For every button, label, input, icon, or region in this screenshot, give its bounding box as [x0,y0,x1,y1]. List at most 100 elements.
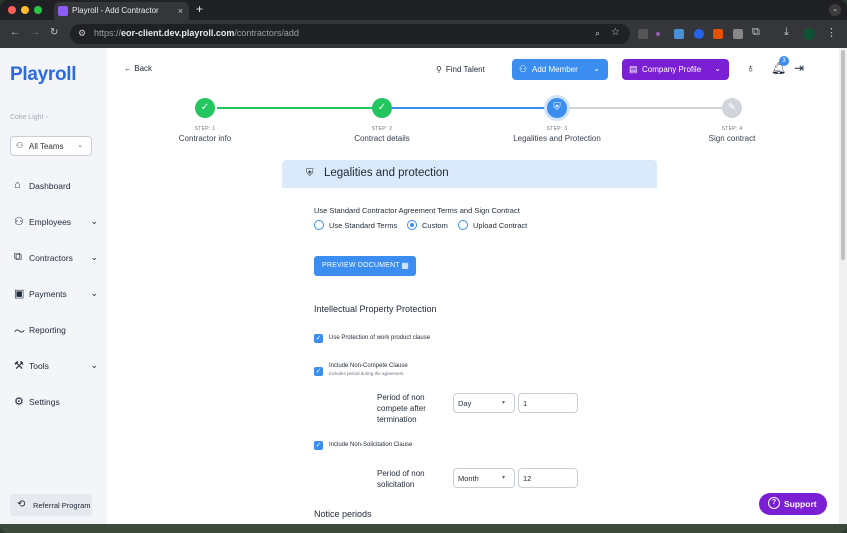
back-link[interactable]: ← Back [124,64,152,73]
sidebar-item-employees[interactable]: ⚇ Employees ⌄ [14,215,98,231]
close-window-button[interactable] [8,6,16,14]
extensions-puzzle-icon[interactable]: ⧉ [752,26,760,39]
sidebar-item-label: Payments [29,289,67,299]
step-connector [217,107,372,109]
app-page: Playroll Coke Light ◦ ⚇ All Teams ⌄ ⌂ Da… [0,48,847,524]
step-connector [567,107,722,109]
sidebar-item-reporting[interactable]: 〜 Reporting [14,323,98,339]
step-name: Legalities and Protection [513,134,601,143]
sidebar-item-contractors[interactable]: ⧉ Contractors ⌄ [14,251,98,267]
sidebar-item-label: Contractors [29,253,73,263]
sidebar-item-settings[interactable]: ⚙ Settings [14,395,98,411]
reload-icon[interactable]: ↻ [50,27,58,38]
back-arrow-icon[interactable]: ← [10,27,20,38]
legalities-card: ⛨ Legalities and protection Use Standard… [282,160,657,524]
notice-section-title: Notice periods [314,509,372,519]
maximize-window-button[interactable] [34,6,42,14]
non-solicitation-value-input[interactable]: 12 [518,468,578,488]
preview-document-label: PREVIEW DOCUMENT [322,262,400,269]
add-member-label: Add Member [532,65,578,74]
url-text: https://eor-client.dev.playroll.com/cont… [94,28,299,38]
site-settings-icon[interactable]: ⚙ [78,28,86,39]
extension-icon[interactable] [713,29,723,39]
chevron-down-icon: ⌄ [90,216,98,226]
ip-section-title: Intellectual Property Protection [314,304,437,314]
payments-icon: ▣ [14,288,25,300]
tab-search-icon[interactable]: ⌄ [829,4,841,16]
non-compete-label: Include Non-Compete Clause [329,363,408,369]
page-scrollbar[interactable] [839,48,847,524]
non-solicitation-checkbox[interactable]: ✓ [314,441,323,450]
logo[interactable]: Playroll [10,64,77,86]
radio-upload-contract[interactable] [458,220,468,230]
scrollbar-thumb[interactable] [841,50,845,260]
org-name: Coke Light ◦ [10,114,48,121]
support-button[interactable]: ? Support [759,493,827,515]
extension-icon[interactable] [674,29,684,39]
referral-icon: ⟲ [17,499,26,510]
lightbulb-icon[interactable]: ♁ [746,61,755,75]
minimize-window-button[interactable] [21,6,29,14]
sidebar-item-tools[interactable]: ⚒ Tools ⌄ [14,359,98,375]
non-solicitation-unit-select[interactable]: Month ▾ [453,468,515,488]
company-profile-label: Company Profile [642,65,702,74]
select-value: Day [458,399,472,408]
address-bar[interactable]: ⚙ https://eor-client.dev.playroll.com/co… [70,24,630,44]
chevron-down-icon: ⌄ [90,360,98,370]
work-product-label: Use Protection of work product clause [329,335,431,341]
agreement-question: Use Standard Contractor Agreement Terms … [314,206,520,215]
extension-icon[interactable] [733,29,743,39]
radio-label: Custom [422,221,448,230]
zoom-icon[interactable]: ⌕ [595,28,600,39]
tools-icon: ⚒ [14,360,24,372]
preview-document-button[interactable]: PREVIEW DOCUMENT ▦ [314,256,416,276]
work-product-checkbox[interactable]: ✓ [314,334,323,343]
step-connector [392,107,547,109]
sidebar-item-dashboard[interactable]: ⌂ Dashboard [14,179,98,195]
chevron-down-icon: ⌄ [77,142,83,149]
find-talent-link[interactable]: ⚲ Find Talent [436,65,485,74]
profile-avatar[interactable] [803,28,815,40]
tab-title: Playroll - Add Contractor [72,6,159,15]
team-select-value: All Teams [29,142,64,151]
non-compete-value-input[interactable]: 1 [518,393,578,413]
non-solicitation-period-label: Period of non solicitation [377,469,425,489]
bookmark-star-icon[interactable]: ☆ [611,27,620,38]
step-label: STEP: 3 [546,126,568,132]
playroll-favicon-icon [58,6,68,16]
referral-program-button[interactable]: ⟲ Referral Program [10,494,92,516]
chevron-down-icon: ▾ [501,400,505,406]
browser-tab[interactable]: Playroll - Add Contractor × [54,2,189,20]
radio-custom[interactable] [407,220,417,230]
calendar-icon: ▦ [401,261,409,270]
non-compete-checkbox[interactable]: ✓ [314,367,323,376]
shield-icon: ⛨ [306,168,314,179]
step-label: STEP: 4 [721,126,743,132]
company-profile-button[interactable]: ▤ Company Profile ⌄ [622,59,729,80]
chevron-down-icon: ⌄ [90,252,98,262]
extension-dot-icon[interactable] [656,32,660,36]
step-4-pen-icon: ✎ [722,98,742,118]
logout-icon[interactable]: ⇥ [794,61,804,75]
extension-icon[interactable] [638,29,648,39]
extension-icon[interactable] [694,29,704,39]
forward-arrow-icon[interactable]: → [30,27,40,38]
building-icon: ▤ [629,64,638,74]
add-user-icon: ⚇ [519,64,528,74]
find-talent-icon: ⚲ [436,65,442,74]
close-tab-icon[interactable]: × [178,2,183,20]
step-label: STEP: 2 [371,126,393,132]
chevron-down-icon: ⌄ [90,288,98,298]
support-label: Support [784,499,817,509]
chevron-down-icon: ⌄ [593,64,600,73]
chart-line-icon: 〜 [14,326,25,338]
team-select[interactable]: ⚇ All Teams ⌄ [10,136,92,156]
add-member-button[interactable]: ⚇ Add Member ⌄ [512,59,608,80]
sidebar-item-payments[interactable]: ▣ Payments ⌄ [14,287,98,303]
notification-badge: 3 [779,56,789,66]
download-icon[interactable]: ⤓ [784,26,789,39]
new-tab-button[interactable]: + [196,2,203,16]
more-menu-icon[interactable]: ⋮ [826,26,837,39]
non-compete-unit-select[interactable]: Day ▾ [453,393,515,413]
radio-standard-terms[interactable] [314,220,324,230]
